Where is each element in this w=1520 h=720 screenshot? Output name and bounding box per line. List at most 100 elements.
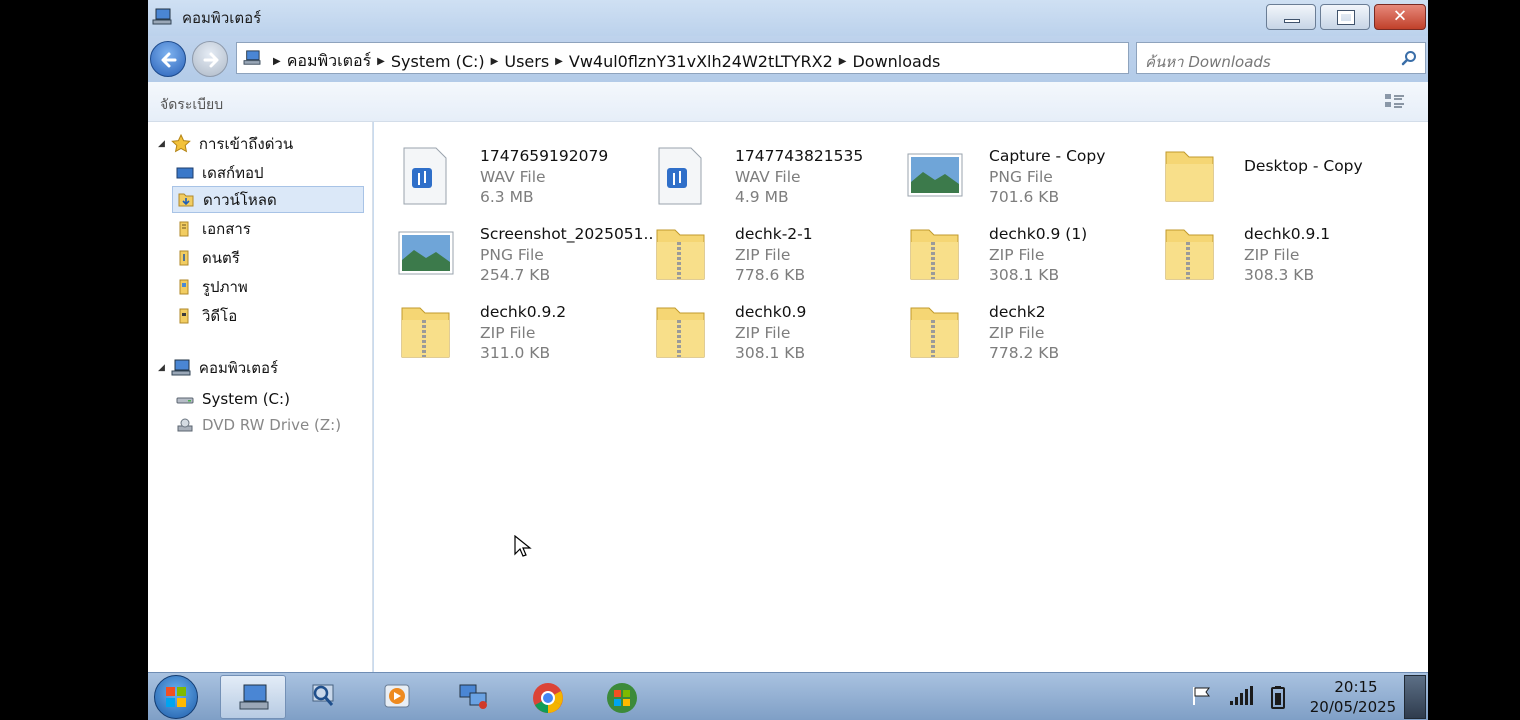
taskbar-app-chrome[interactable] xyxy=(514,675,580,719)
sidebar-item-pictures[interactable]: รูปภาพ xyxy=(172,273,364,300)
close-icon: ✕ xyxy=(1392,6,1408,27)
signal-strength-icon[interactable] xyxy=(1228,685,1254,707)
sidebar-item-videos[interactable]: วิดีโอ xyxy=(172,302,364,329)
action-center-flag-icon[interactable] xyxy=(1190,685,1214,707)
sidebar-item-desktop[interactable]: เดสก์ทอป xyxy=(172,159,364,186)
search-input[interactable]: ค้นหา Downloads xyxy=(1136,42,1426,74)
computer-icon xyxy=(152,8,172,25)
breadcrumb-item[interactable]: System (C:) xyxy=(391,52,485,71)
search-icon[interactable] xyxy=(1401,50,1417,66)
breadcrumb-item[interactable]: Vw4ul0flznY31vXlh24W2tLTYRX2 xyxy=(569,52,833,71)
sidebar-item-label: ดาวน์โหลด xyxy=(203,190,277,209)
back-button[interactable] xyxy=(150,41,186,77)
taskbar-app-media[interactable] xyxy=(364,675,430,719)
file-name: Capture - Copy xyxy=(989,147,1106,165)
file-size: 778.2 KB xyxy=(989,344,1060,362)
file-item[interactable]: Screenshot_2025051... PNG File 254.7 KB xyxy=(398,224,652,294)
address-bar[interactable]: ▶ คอมพิวเตอร์ ▶ System (C:) ▶ Users ▶ Vw… xyxy=(236,42,1129,74)
music-folder-icon xyxy=(179,250,189,265)
file-item[interactable]: dechk0.9.1 ZIP File 308.3 KB xyxy=(1162,224,1412,294)
file-size: 311.0 KB xyxy=(480,344,551,362)
mouse-pointer-icon xyxy=(514,535,532,557)
file-name: dechk-2-1 xyxy=(735,225,813,243)
breadcrumb-item[interactable]: Downloads xyxy=(852,52,940,71)
chevron-right-icon[interactable]: ▶ xyxy=(839,56,847,67)
search-placeholder: ค้นหา Downloads xyxy=(1145,53,1271,71)
chevron-right-icon[interactable]: ▶ xyxy=(491,56,499,67)
file-type: ZIP File xyxy=(1244,246,1300,264)
taskbar-app-explorer[interactable] xyxy=(220,675,286,719)
window-title: คอมพิวเตอร์ xyxy=(182,9,262,27)
file-size: 4.9 MB xyxy=(735,188,789,206)
file-name: dechk0.9.2 xyxy=(480,303,567,321)
file-item[interactable]: dechk0.9 ZIP File 308.1 KB xyxy=(653,302,903,372)
taskbar-app-windows[interactable] xyxy=(588,675,654,719)
show-desktop-button[interactable] xyxy=(1404,675,1426,719)
file-explorer-icon xyxy=(239,684,269,710)
file-item[interactable]: 1747743821535 WAV File 4.9 MB xyxy=(653,146,903,216)
file-item[interactable]: dechk-2-1 ZIP File 778.6 KB xyxy=(653,224,903,294)
close-button[interactable]: ✕ xyxy=(1374,4,1426,30)
zip-folder-icon xyxy=(1165,229,1214,280)
audio-file-icon xyxy=(403,147,447,205)
forward-button[interactable] xyxy=(192,41,228,77)
file-item[interactable]: dechk2 ZIP File 778.2 KB xyxy=(907,302,1157,372)
clock-time[interactable]: 20:15 xyxy=(1326,678,1386,696)
breadcrumb-item[interactable]: Users xyxy=(504,52,549,71)
sidebar-item-dvd-drive[interactable]: DVD RW Drive (Z:) xyxy=(172,411,364,438)
file-item[interactable]: Capture - Copy PNG File 701.6 KB xyxy=(907,146,1157,216)
hard-drive-icon xyxy=(176,397,194,403)
start-button[interactable] xyxy=(154,675,198,719)
audio-file-icon xyxy=(658,147,702,205)
taskbar-app-network[interactable] xyxy=(440,675,506,719)
minimize-button[interactable] xyxy=(1266,4,1316,30)
folder-item[interactable]: Desktop - Copy xyxy=(1162,146,1412,216)
zip-folder-icon xyxy=(910,229,959,280)
sidebar-item-downloads[interactable]: ดาวน์โหลด xyxy=(172,186,364,213)
pictures-folder-icon xyxy=(179,279,189,294)
file-name: Desktop - Copy xyxy=(1244,157,1363,175)
sidebar-item-label: วิดีโอ xyxy=(202,306,238,325)
breadcrumb-item[interactable]: คอมพิวเตอร์ xyxy=(287,49,371,74)
computer-label: คอมพิวเตอร์ xyxy=(198,359,279,377)
chevron-right-icon[interactable]: ▶ xyxy=(377,56,385,67)
file-size: 701.6 KB xyxy=(989,188,1060,206)
title-bar[interactable]: คอมพิวเตอร์ ✕ xyxy=(148,0,1428,36)
taskbar-app-search[interactable] xyxy=(290,675,356,719)
battery-icon[interactable] xyxy=(1270,685,1286,709)
restore-button[interactable] xyxy=(1320,4,1370,30)
quick-access-label: การเข้าถึงด่วน xyxy=(198,135,294,153)
file-size: 254.7 KB xyxy=(480,266,551,284)
change-view-icon[interactable] xyxy=(1384,92,1406,110)
chrome-icon xyxy=(533,683,563,713)
computer-header[interactable]: ◢ คอมพิวเตอร์ xyxy=(158,356,278,380)
minimize-icon xyxy=(1284,19,1300,23)
file-item[interactable]: dechk0.9.2 ZIP File 311.0 KB xyxy=(398,302,648,372)
file-name: dechk0.9.1 xyxy=(1244,225,1331,243)
organize-button[interactable]: จัดระเบียบ xyxy=(160,94,223,116)
sidebar-item-system-drive[interactable]: System (C:) xyxy=(172,385,364,412)
arrow-left-icon xyxy=(161,52,177,68)
sidebar-item-music[interactable]: ดนตรี xyxy=(172,244,364,271)
file-name: dechk0.9 (1) xyxy=(989,225,1088,243)
expand-triangle-icon[interactable]: ◢ xyxy=(158,363,165,373)
sidebar-item-documents[interactable]: เอกสาร xyxy=(172,215,364,242)
file-type: ZIP File xyxy=(735,246,791,264)
file-name: dechk0.9 xyxy=(735,303,807,321)
windows-start-icon xyxy=(166,687,186,707)
file-item[interactable]: dechk0.9 (1) ZIP File 308.1 KB xyxy=(907,224,1157,294)
file-name: Screenshot_2025051... xyxy=(480,225,652,243)
file-type: ZIP File xyxy=(989,246,1045,264)
videos-folder-icon xyxy=(179,308,189,323)
file-size: 308.3 KB xyxy=(1244,266,1315,284)
chevron-right-icon[interactable]: ▶ xyxy=(555,56,563,67)
file-name: 1747743821535 xyxy=(735,147,864,165)
search-tool-icon xyxy=(312,684,334,706)
clock-date[interactable]: 20/05/2025 xyxy=(1303,698,1403,716)
breadcrumb: ▶ คอมพิวเตอร์ ▶ System (C:) ▶ Users ▶ Vw… xyxy=(267,49,940,74)
star-icon xyxy=(171,134,191,153)
quick-access-header[interactable]: ◢ การเข้าถึงด่วน xyxy=(158,132,293,156)
chevron-right-icon[interactable]: ▶ xyxy=(273,56,281,67)
file-item[interactable]: 1747659192079 WAV File 6.3 MB xyxy=(398,146,648,216)
expand-triangle-icon[interactable]: ◢ xyxy=(158,139,165,149)
